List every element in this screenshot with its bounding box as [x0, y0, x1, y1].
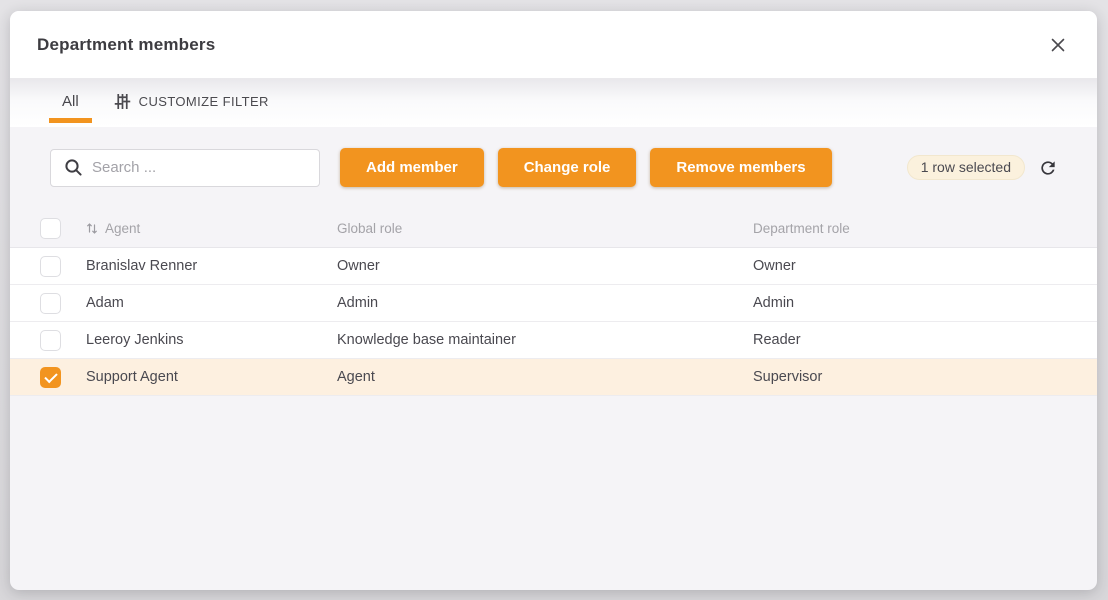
- toolbar: Add member Change role Remove members 1 …: [10, 148, 1097, 187]
- refresh-icon: [1038, 158, 1058, 178]
- department-role-cell: Admin: [753, 295, 1097, 311]
- department-members-modal: Department members All CUSTO: [10, 11, 1097, 590]
- refresh-button[interactable]: [1036, 156, 1060, 180]
- agent-cell: Leeroy Jenkins: [86, 332, 337, 348]
- agent-cell: Branislav Renner: [86, 258, 337, 274]
- close-button[interactable]: [1045, 32, 1071, 58]
- table-row[interactable]: Branislav Renner Owner Owner: [10, 248, 1097, 285]
- modal-header: Department members: [10, 11, 1097, 78]
- close-icon: [1050, 37, 1066, 53]
- tab-bar: All CUSTOMIZE FILTER: [10, 78, 1097, 127]
- column-header-department-role: Department role: [753, 221, 1097, 236]
- table-row[interactable]: Support Agent Agent Supervisor: [10, 359, 1097, 396]
- members-table: Agent Global role Department role Branis…: [10, 210, 1097, 396]
- global-role-cell: Agent: [337, 369, 753, 385]
- add-member-button[interactable]: Add member: [340, 148, 484, 187]
- row-checkbox[interactable]: [40, 256, 61, 277]
- column-header-agent[interactable]: Agent: [86, 221, 337, 236]
- tab-customize-filter-label: CUSTOMIZE FILTER: [139, 94, 269, 109]
- global-role-cell: Owner: [337, 258, 753, 274]
- global-role-cell: Knowledge base maintainer: [337, 332, 753, 348]
- change-role-button[interactable]: Change role: [498, 148, 637, 187]
- sort-icon: [86, 222, 98, 235]
- department-role-cell: Reader: [753, 332, 1097, 348]
- modal-body: Add member Change role Remove members 1 …: [10, 127, 1097, 396]
- modal-title: Department members: [37, 35, 215, 55]
- table-row[interactable]: Adam Admin Admin: [10, 285, 1097, 322]
- column-header-agent-label: Agent: [105, 221, 140, 236]
- tune-icon: [114, 93, 131, 110]
- row-checkbox[interactable]: [40, 367, 61, 388]
- remove-members-button[interactable]: Remove members: [650, 148, 831, 187]
- search-input[interactable]: [92, 159, 319, 176]
- selection-badge: 1 row selected: [907, 155, 1025, 180]
- search-icon: [64, 158, 83, 177]
- row-checkbox[interactable]: [40, 293, 61, 314]
- department-role-cell: Owner: [753, 258, 1097, 274]
- active-tab-underline: [49, 118, 92, 123]
- tab-all[interactable]: All: [49, 79, 92, 123]
- agent-cell: Support Agent: [86, 369, 337, 385]
- search-box: [50, 149, 320, 187]
- agent-cell: Adam: [86, 295, 337, 311]
- global-role-cell: Admin: [337, 295, 753, 311]
- department-role-cell: Supervisor: [753, 369, 1097, 385]
- column-header-global-role: Global role: [337, 221, 753, 236]
- tab-all-label: All: [62, 93, 79, 110]
- table-row[interactable]: Leeroy Jenkins Knowledge base maintainer…: [10, 322, 1097, 359]
- tab-customize-filter[interactable]: CUSTOMIZE FILTER: [104, 79, 279, 123]
- table-header-row: Agent Global role Department role: [10, 210, 1097, 248]
- select-all-checkbox[interactable]: [40, 218, 61, 239]
- row-checkbox[interactable]: [40, 330, 61, 351]
